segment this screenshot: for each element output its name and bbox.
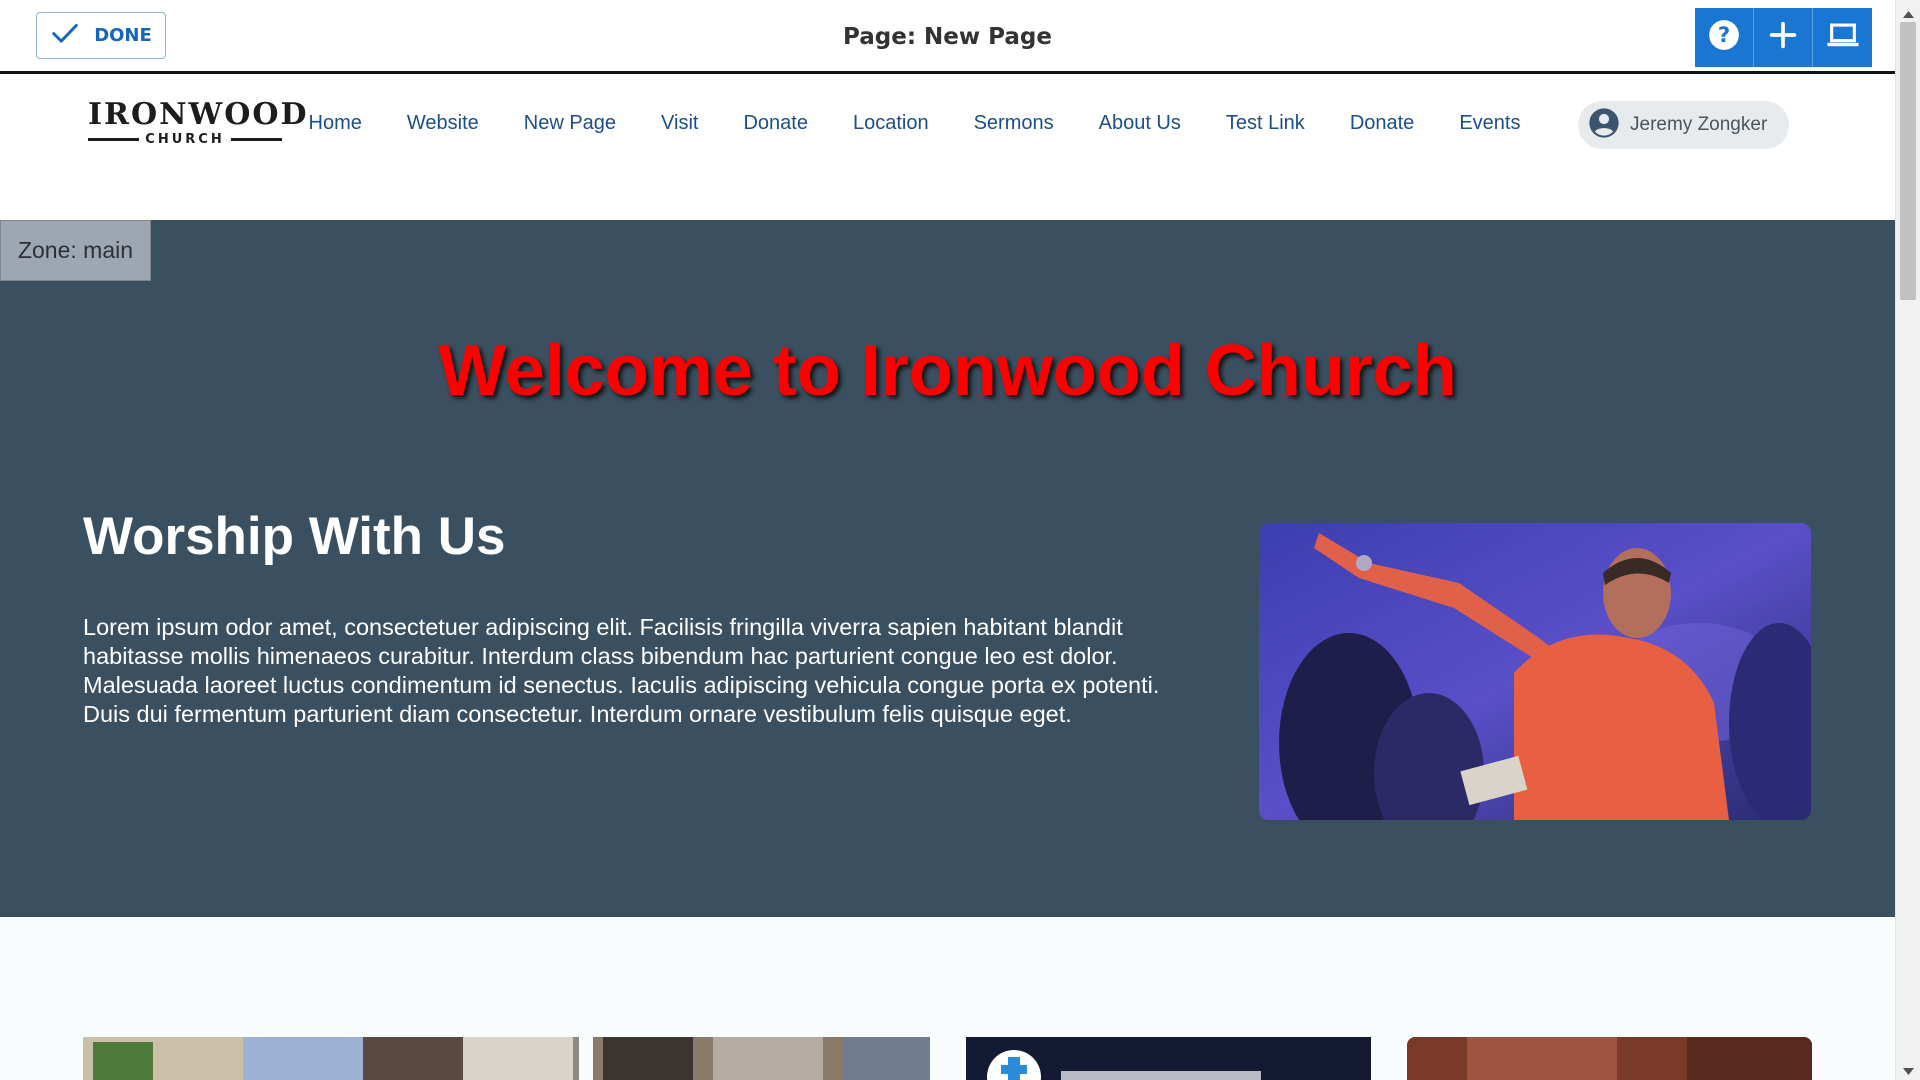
scrollbar-thumb[interactable]	[1900, 22, 1916, 300]
worship-photo[interactable]	[1259, 523, 1811, 820]
nav-item-events[interactable]: Events	[1437, 112, 1543, 135]
lower-section	[0, 917, 1895, 1080]
nav-item-home[interactable]: Home	[286, 112, 384, 135]
nav-item-website[interactable]: Website	[384, 112, 501, 135]
nav-item-about-us[interactable]: About Us	[1076, 112, 1203, 135]
nav-item-test-link[interactable]: Test Link	[1203, 112, 1327, 135]
logo-sub-text: CHURCH	[145, 132, 225, 147]
nav-item-visit[interactable]: Visit	[639, 112, 721, 135]
nav-item-location[interactable]: Location	[830, 112, 951, 135]
page: DONE Page: New Page ? IRONWOOD CHURCH Ho…	[0, 0, 1920, 1080]
card-video[interactable]	[966, 1037, 1371, 1080]
svg-text:?: ?	[1718, 23, 1730, 48]
worship-text[interactable]: Lorem ipsum odor amet, consectetuer adip…	[83, 613, 1203, 729]
page-title: Page: New Page	[843, 24, 1052, 50]
site-header: IRONWOOD CHURCH Home Website New Page Vi…	[0, 77, 1895, 220]
scroll-down-icon[interactable]	[1902, 1064, 1915, 1075]
scroll-up-icon[interactable]	[1902, 6, 1915, 18]
logo-sub: CHURCH	[88, 132, 283, 147]
help-button[interactable]: ?	[1695, 8, 1754, 67]
laptop-icon	[1826, 18, 1860, 57]
nav-item-sermons[interactable]: Sermons	[951, 112, 1076, 135]
add-icon	[1766, 18, 1800, 57]
zone-label[interactable]: Zone: main	[0, 220, 151, 281]
card-image-2[interactable]	[593, 1037, 930, 1080]
church-logo[interactable]: IRONWOOD CHURCH	[88, 97, 309, 147]
nav-item-donate[interactable]: Donate	[721, 112, 831, 135]
card-image-1[interactable]	[83, 1037, 579, 1080]
help-icon: ?	[1707, 18, 1741, 57]
user-menu-button[interactable]: Jeremy Zongker	[1578, 101, 1789, 149]
nav-item-donate-2[interactable]: Donate	[1327, 112, 1437, 135]
logo-name: IRONWOOD	[88, 97, 309, 132]
account-circle-icon	[1588, 107, 1620, 144]
editor-tool-group: ?	[1695, 8, 1872, 67]
worship-heading[interactable]: Worship With Us	[83, 506, 506, 567]
welcome-heading[interactable]: Welcome to Ironwood Church	[0, 330, 1895, 412]
user-name: Jeremy Zongker	[1630, 114, 1768, 135]
nav-item-new-page[interactable]: New Page	[501, 112, 638, 135]
add-button[interactable]	[1754, 8, 1813, 67]
vertical-scrollbar[interactable]	[1895, 0, 1920, 1080]
editor-toolbar: DONE Page: New Page ?	[0, 0, 1895, 74]
preview-button[interactable]	[1813, 8, 1872, 67]
card-image-bible[interactable]	[1407, 1037, 1812, 1080]
main-zone[interactable]: Zone: main Welcome to Ironwood Church Wo…	[0, 220, 1895, 917]
main-nav: Home Website New Page Visit Donate Locat…	[286, 112, 1543, 135]
